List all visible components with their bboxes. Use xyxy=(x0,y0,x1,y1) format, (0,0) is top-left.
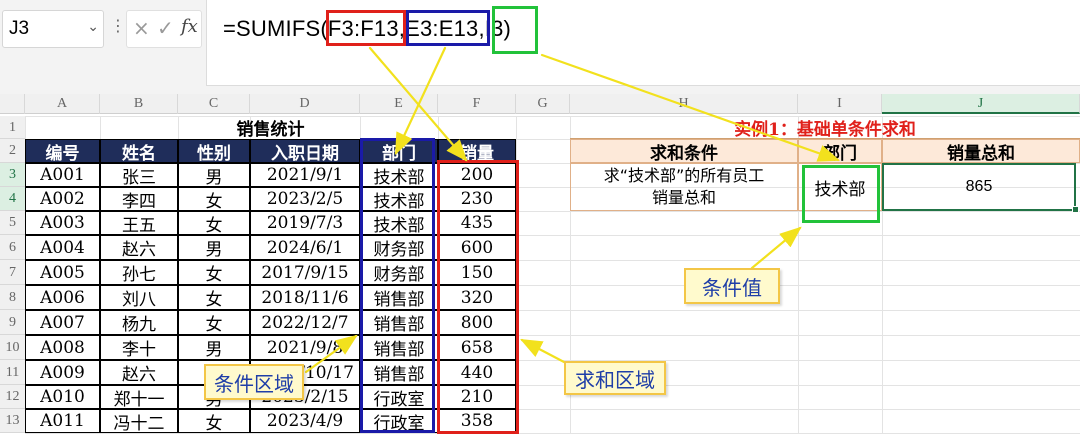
arrow-criteria-value-callout xyxy=(750,226,802,270)
callout-condition-range: 条件区域 xyxy=(204,364,304,400)
arrow-criteria-value-formula xyxy=(540,53,841,162)
callout-sum-range: 求和区域 xyxy=(564,361,666,395)
annotation-arrows xyxy=(304,46,841,374)
arrow-criteria-range-callout xyxy=(304,334,358,374)
arrow-criteria-formula xyxy=(394,46,447,155)
arrow-sum-range-callout xyxy=(520,338,566,364)
callout-condition-value: 条件值 xyxy=(684,268,780,304)
